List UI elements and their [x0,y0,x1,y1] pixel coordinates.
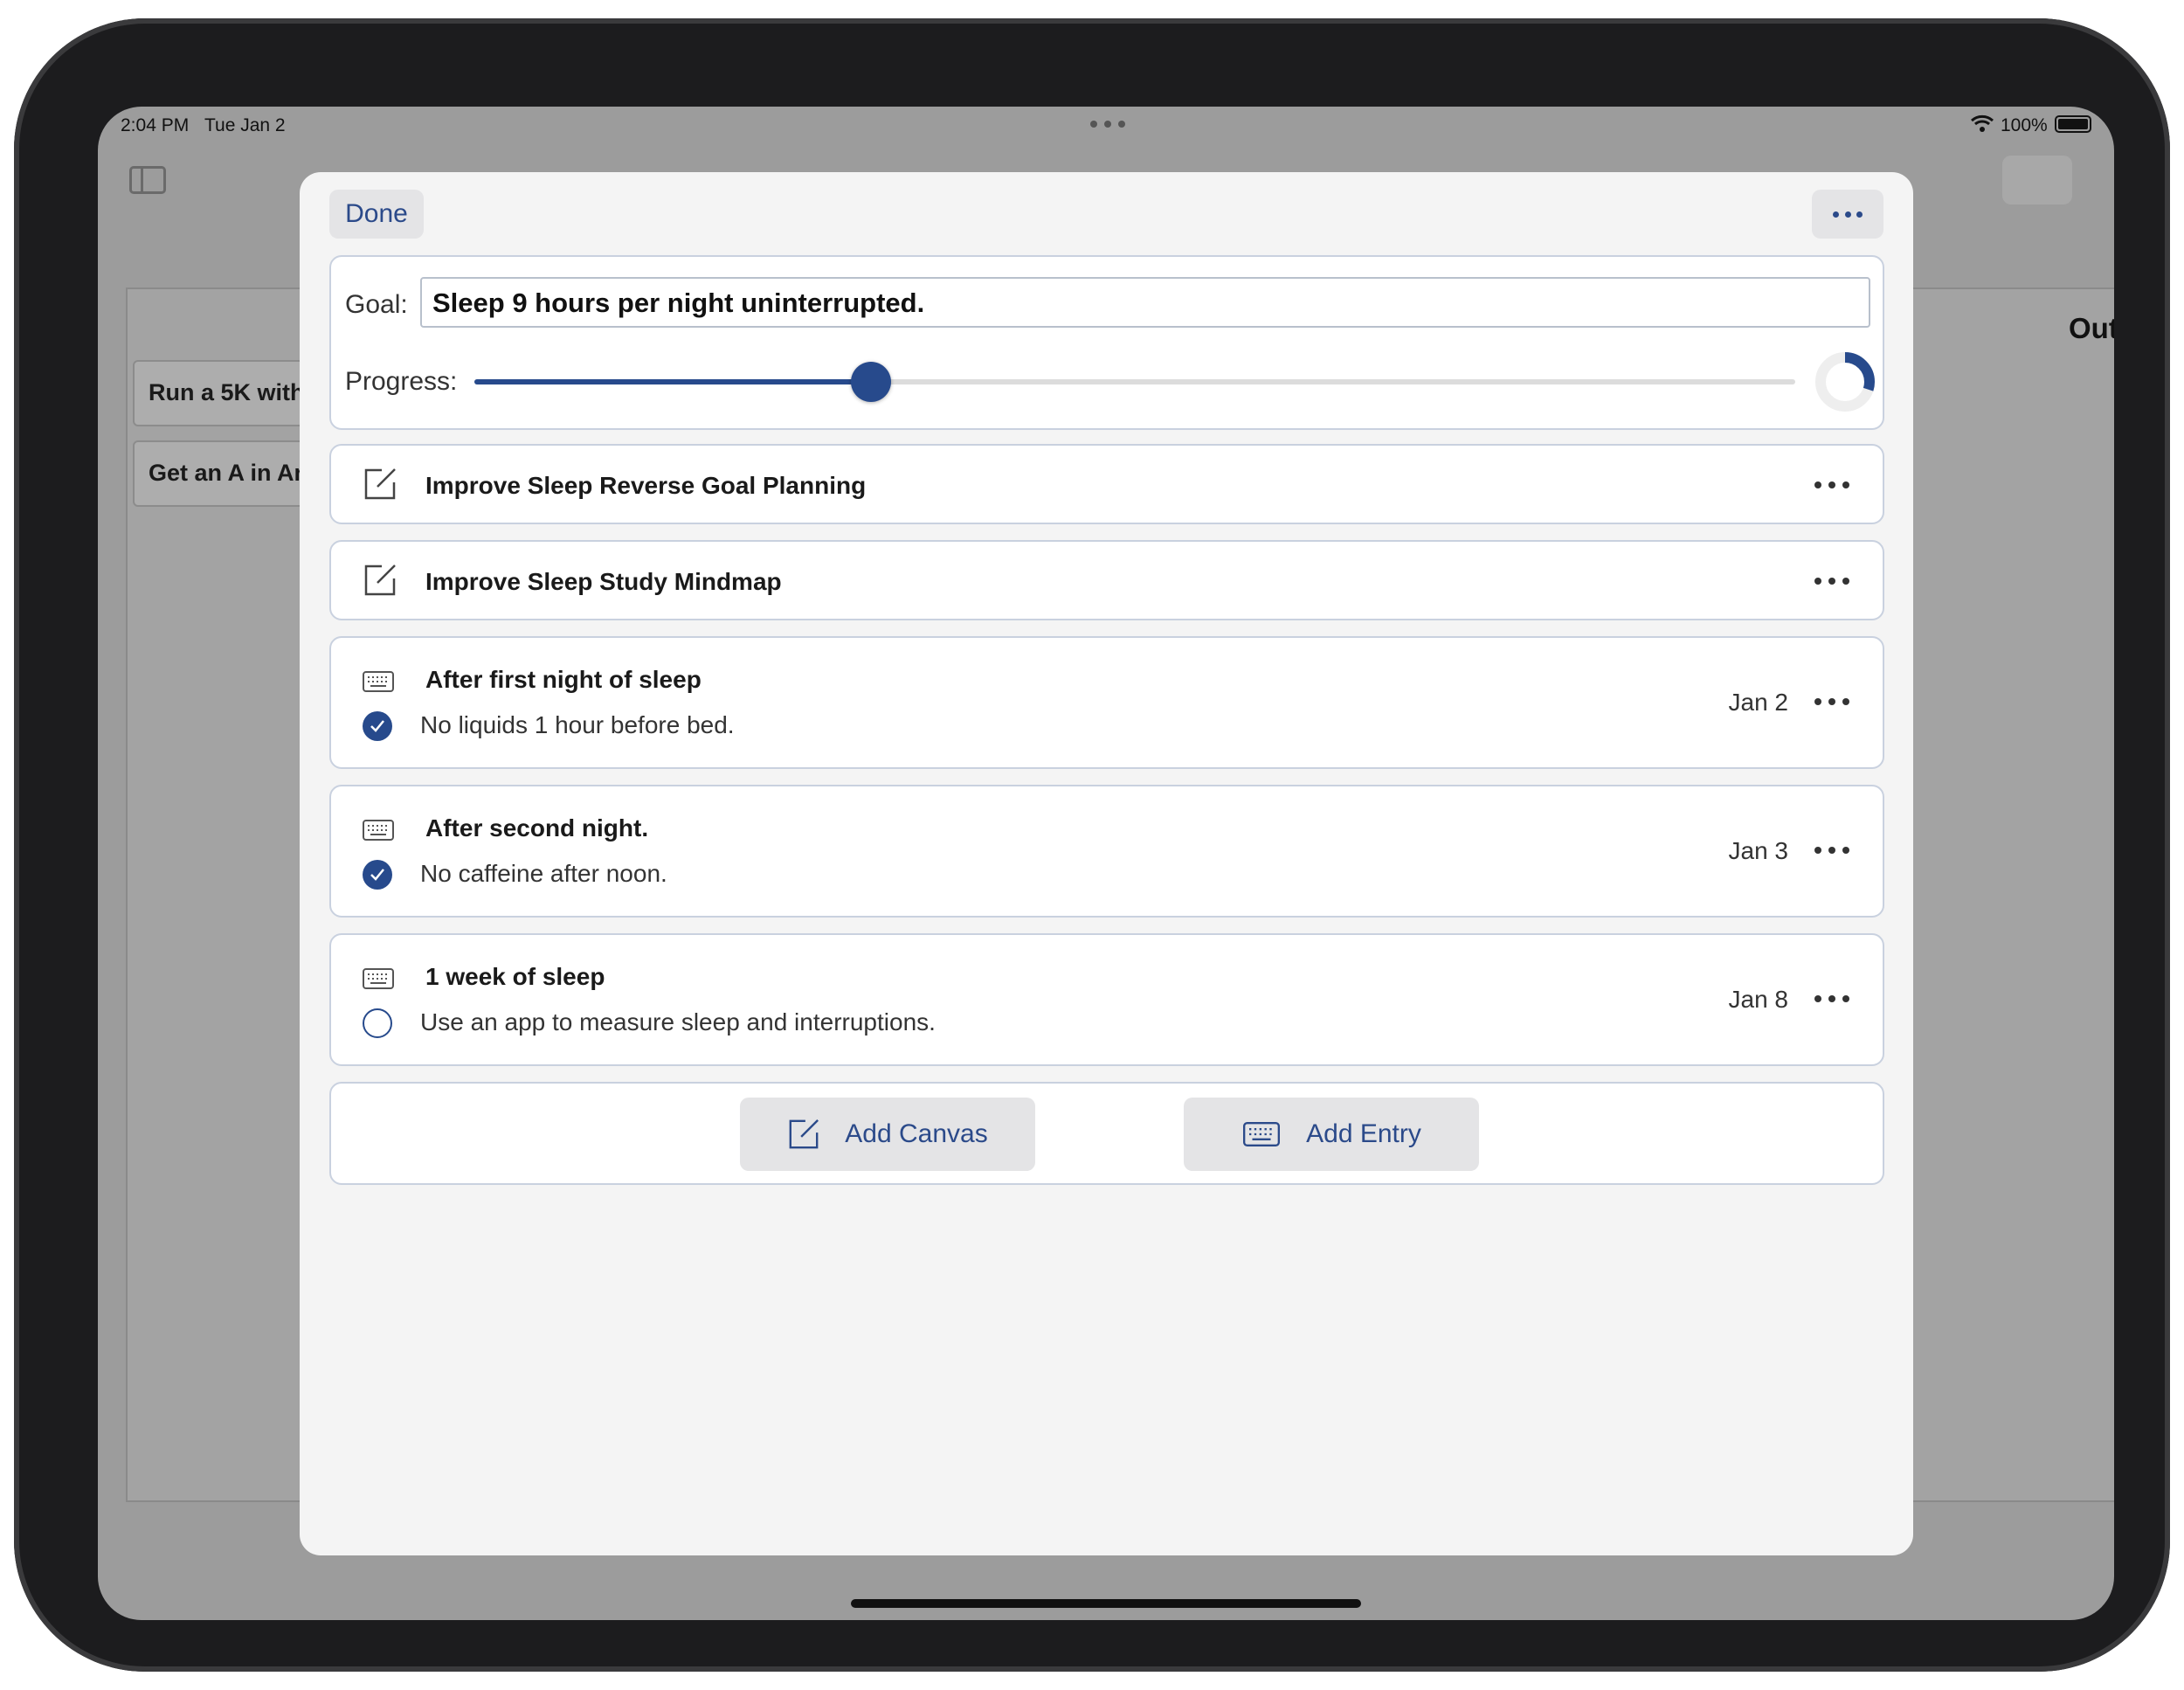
keyboard-icon [363,671,394,696]
keyboard-icon [363,968,394,994]
entry-title: 1 week of sleep [425,963,605,990]
status-date: Tue Jan 2 [204,115,286,135]
progress-label: Progress: [345,367,458,396]
entry-checkbox[interactable] [363,711,392,741]
goal-label: Goal: [345,290,408,319]
canvas-row[interactable]: Improve Sleep Reverse Goal Planning [329,444,1884,524]
entry-date: Jan 3 [1728,837,1789,864]
background-more-button[interactable] [2002,156,2072,204]
background-column-header: Out [2069,312,2114,344]
progress-slider[interactable] [474,360,1795,404]
goal-field[interactable]: Sleep 9 hours per night uninterrupted. [420,277,1870,328]
screen: 2:04 PM Tue Jan 2 100% Run a 5K with Get… [98,107,2114,1620]
tablet-frame: 2:04 PM Tue Jan 2 100% Run a 5K with Get… [14,18,2170,1672]
add-entry-label: Add Entry [1306,1119,1421,1148]
entry-note: No liquids 1 hour before bed. [420,711,735,738]
canvas-edit-icon [363,467,397,506]
keyboard-icon [1241,1122,1282,1146]
row-more-icon[interactable] [1814,837,1849,863]
row-more-icon[interactable] [1814,689,1849,715]
add-canvas-label: Add Canvas [845,1119,988,1148]
add-canvas-button[interactable]: Add Canvas [740,1098,1035,1171]
entry-checkbox[interactable] [363,860,392,890]
goal-card: Goal: Sleep 9 hours per night uninterrup… [329,255,1884,430]
row-more-icon[interactable] [1814,472,1849,498]
progress-ring-icon [1814,351,1876,417]
canvas-title: Improve Sleep Study Mindmap [425,568,782,595]
canvas-row[interactable]: Improve Sleep Study Mindmap [329,540,1884,620]
entry-row[interactable]: 1 week of sleep Use an app to measure sl… [329,933,1884,1066]
slider-thumb[interactable] [850,362,891,402]
entry-note: Use an app to measure sleep and interrup… [420,1008,936,1035]
battery-percent: 100% [2001,115,2048,135]
multitasking-icon[interactable] [1090,121,1125,129]
goal-detail-sheet: Done Goal: Sleep 9 hours per night unint… [300,172,1913,1555]
entry-checkbox[interactable] [363,1008,392,1038]
entry-title: After second night. [425,814,649,842]
done-button[interactable]: Done [329,190,424,239]
background-card: Run a 5K with [133,360,308,426]
background-card: Get an A in Ar [133,440,308,507]
canvas-edit-icon [363,563,397,602]
ellipsis-icon [1833,211,1863,218]
entry-row[interactable]: After first night of sleep No liquids 1 … [329,636,1884,769]
entry-date: Jan 2 [1728,689,1789,716]
more-options-button[interactable] [1812,190,1883,239]
canvas-title: Improve Sleep Reverse Goal Planning [425,472,867,499]
keyboard-icon [363,820,394,845]
entry-title: After first night of sleep [425,666,702,693]
battery-icon [2055,115,2091,133]
add-entry-button[interactable]: Add Entry [1184,1098,1479,1171]
add-actions-card: Add Canvas Add Entry [329,1082,1884,1185]
entry-date: Jan 8 [1728,986,1789,1013]
row-more-icon[interactable] [1814,986,1849,1012]
status-time: 2:04 PM [121,115,190,135]
row-more-icon[interactable] [1814,568,1849,594]
sidebar-toggle-icon[interactable] [129,166,166,194]
canvas-edit-icon [787,1118,820,1151]
entry-note: No caffeine after noon. [420,860,667,887]
home-indicator [851,1599,1361,1608]
wifi-icon [1971,114,1994,137]
entry-row[interactable]: After second night. No caffeine after no… [329,785,1884,918]
